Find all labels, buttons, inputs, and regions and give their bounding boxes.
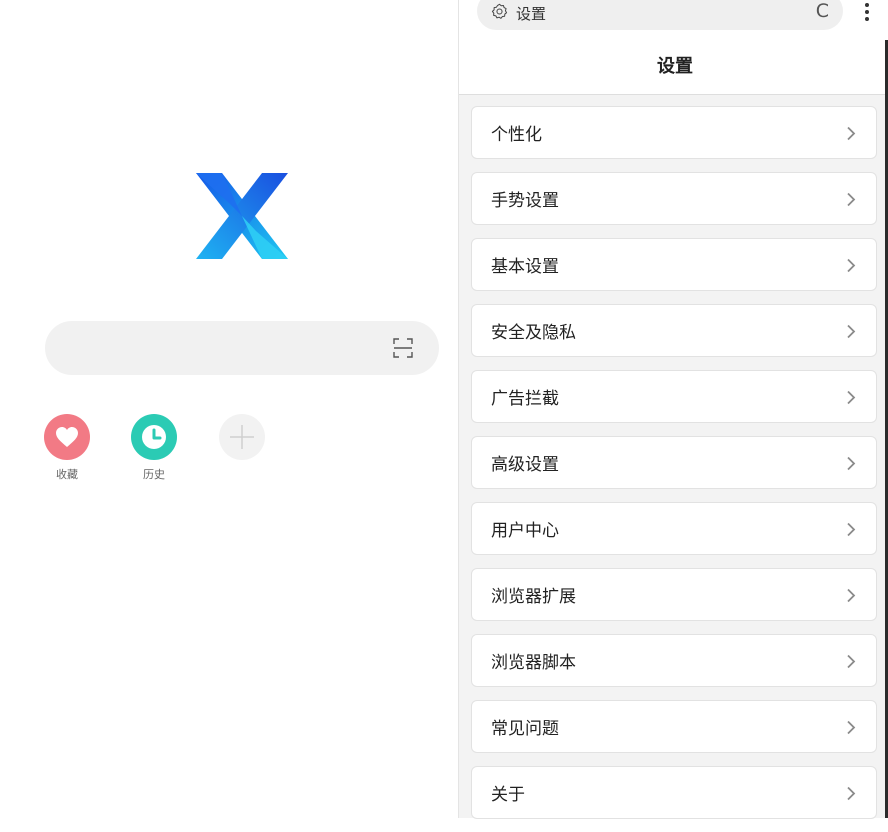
settings-item-label: 浏览器扩展: [491, 587, 576, 607]
chevron-right-icon: [847, 588, 856, 603]
address-text: 设置: [516, 4, 547, 23]
reload-icon[interactable]: C: [816, 0, 829, 22]
settings-item-user-center[interactable]: 用户中心: [471, 502, 877, 555]
settings-item-label: 关于: [491, 785, 525, 805]
gear-icon: [491, 3, 508, 19]
chevron-right-icon: [847, 720, 856, 735]
clock-icon: [131, 414, 177, 460]
settings-item-label: 广告拦截: [491, 389, 559, 409]
shortcut-history[interactable]: 历史: [124, 414, 184, 482]
settings-item-personalization[interactable]: 个性化: [471, 106, 877, 159]
settings-item-advanced[interactable]: 高级设置: [471, 436, 877, 489]
top-toolbar: 设置 C: [459, 0, 888, 36]
settings-panel: 设置 C 设置 个性化 手势设置 基本设置 安全及隐私 广告拦截 高级设置 用户…: [458, 0, 888, 819]
settings-item-faq[interactable]: 常见问题: [471, 700, 877, 753]
shortcut-favorites[interactable]: 收藏: [37, 414, 97, 482]
settings-header: 设置: [459, 36, 888, 95]
settings-item-basic[interactable]: 基本设置: [471, 238, 877, 291]
shortcut-add[interactable]: [212, 414, 272, 466]
settings-item-gestures[interactable]: 手势设置: [471, 172, 877, 225]
settings-item-label: 安全及隐私: [491, 323, 576, 343]
settings-item-ad-block[interactable]: 广告拦截: [471, 370, 877, 423]
address-bar[interactable]: 设置 C: [477, 0, 843, 30]
chevron-right-icon: [847, 786, 856, 801]
chevron-right-icon: [847, 324, 856, 339]
shortcut-label: 收藏: [56, 468, 78, 481]
chevron-right-icon: [847, 654, 856, 669]
settings-item-label: 手势设置: [491, 191, 559, 211]
shortcut-label: 历史: [143, 468, 165, 481]
x-browser-logo: [196, 173, 288, 259]
settings-item-label: 常见问题: [491, 719, 559, 739]
chevron-right-icon: [847, 456, 856, 471]
chevron-right-icon: [847, 390, 856, 405]
settings-item-security-privacy[interactable]: 安全及隐私: [471, 304, 877, 357]
scan-icon[interactable]: [393, 338, 413, 358]
page-title: 设置: [657, 56, 693, 77]
more-vertical-icon[interactable]: [862, 0, 872, 24]
settings-item-label: 基本设置: [491, 257, 559, 277]
settings-item-label: 用户中心: [491, 521, 559, 541]
settings-item-extensions[interactable]: 浏览器扩展: [471, 568, 877, 621]
chevron-right-icon: [847, 258, 856, 273]
chevron-right-icon: [847, 126, 856, 141]
search-bar[interactable]: [45, 321, 439, 375]
settings-item-about[interactable]: 关于: [471, 766, 877, 819]
chevron-right-icon: [847, 192, 856, 207]
settings-item-label: 浏览器脚本: [491, 653, 576, 673]
settings-list: 个性化 手势设置 基本设置 安全及隐私 广告拦截 高级设置 用户中心 浏览器扩展…: [471, 106, 877, 832]
settings-item-scripts[interactable]: 浏览器脚本: [471, 634, 877, 687]
settings-item-label: 个性化: [491, 125, 542, 145]
settings-item-label: 高级设置: [491, 455, 559, 475]
home-page: 收藏 历史: [0, 0, 458, 818]
plus-icon: [219, 414, 265, 460]
chevron-right-icon: [847, 522, 856, 537]
heart-icon: [44, 414, 90, 460]
